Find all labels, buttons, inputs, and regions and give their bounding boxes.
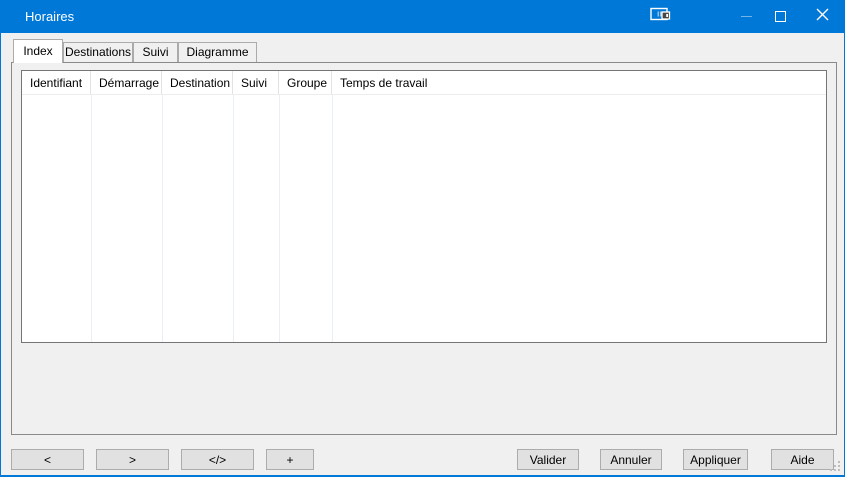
close-button[interactable] (803, 0, 841, 33)
appliquer-button[interactable]: Appliquer (683, 449, 748, 470)
titlebar: Horaires (1, 0, 844, 33)
nav-add-button[interactable]: + (266, 449, 314, 470)
column-separator (162, 95, 163, 342)
aide-button[interactable]: Aide (771, 449, 834, 470)
nav-code-button[interactable]: </> (181, 449, 254, 470)
column-header-identifiant[interactable]: Identifiant (22, 71, 91, 94)
tab-index[interactable]: Index (13, 39, 63, 63)
table-header: Identifiant Démarrage Destination Suivi … (22, 71, 826, 95)
table-body[interactable] (22, 95, 826, 342)
column-header-temps-de-travail[interactable]: Temps de travail (332, 71, 826, 94)
horaires-dialog: Horaires (0, 0, 845, 477)
close-icon (816, 8, 829, 26)
resize-grip[interactable] (829, 460, 840, 471)
minimize-button (729, 0, 763, 33)
nav-prev-button[interactable]: < (11, 449, 84, 470)
annuler-button[interactable]: Annuler (600, 449, 662, 470)
column-header-groupe[interactable]: Groupe (279, 71, 332, 94)
schedules-table: Identifiant Démarrage Destination Suivi … (21, 70, 827, 343)
tab-diagramme[interactable]: Diagramme (178, 42, 257, 62)
nav-next-button[interactable]: > (96, 449, 169, 470)
tab-destinations[interactable]: Destinations (63, 42, 133, 62)
column-separator (332, 95, 333, 342)
valider-button[interactable]: Valider (517, 449, 579, 470)
dock-window-icon (650, 7, 671, 27)
window-title: Horaires (25, 0, 74, 33)
maximize-icon (775, 11, 786, 22)
column-header-suivi[interactable]: Suivi (233, 71, 279, 94)
dock-window-button[interactable] (643, 0, 677, 33)
column-separator (233, 95, 234, 342)
tab-suivi[interactable]: Suivi (133, 42, 178, 62)
minimize-icon (741, 16, 752, 17)
column-separator (91, 95, 92, 342)
column-header-demarrage[interactable]: Démarrage (91, 71, 162, 94)
maximize-button[interactable] (763, 0, 797, 33)
column-separator (279, 95, 280, 342)
column-header-destination[interactable]: Destination (162, 71, 233, 94)
